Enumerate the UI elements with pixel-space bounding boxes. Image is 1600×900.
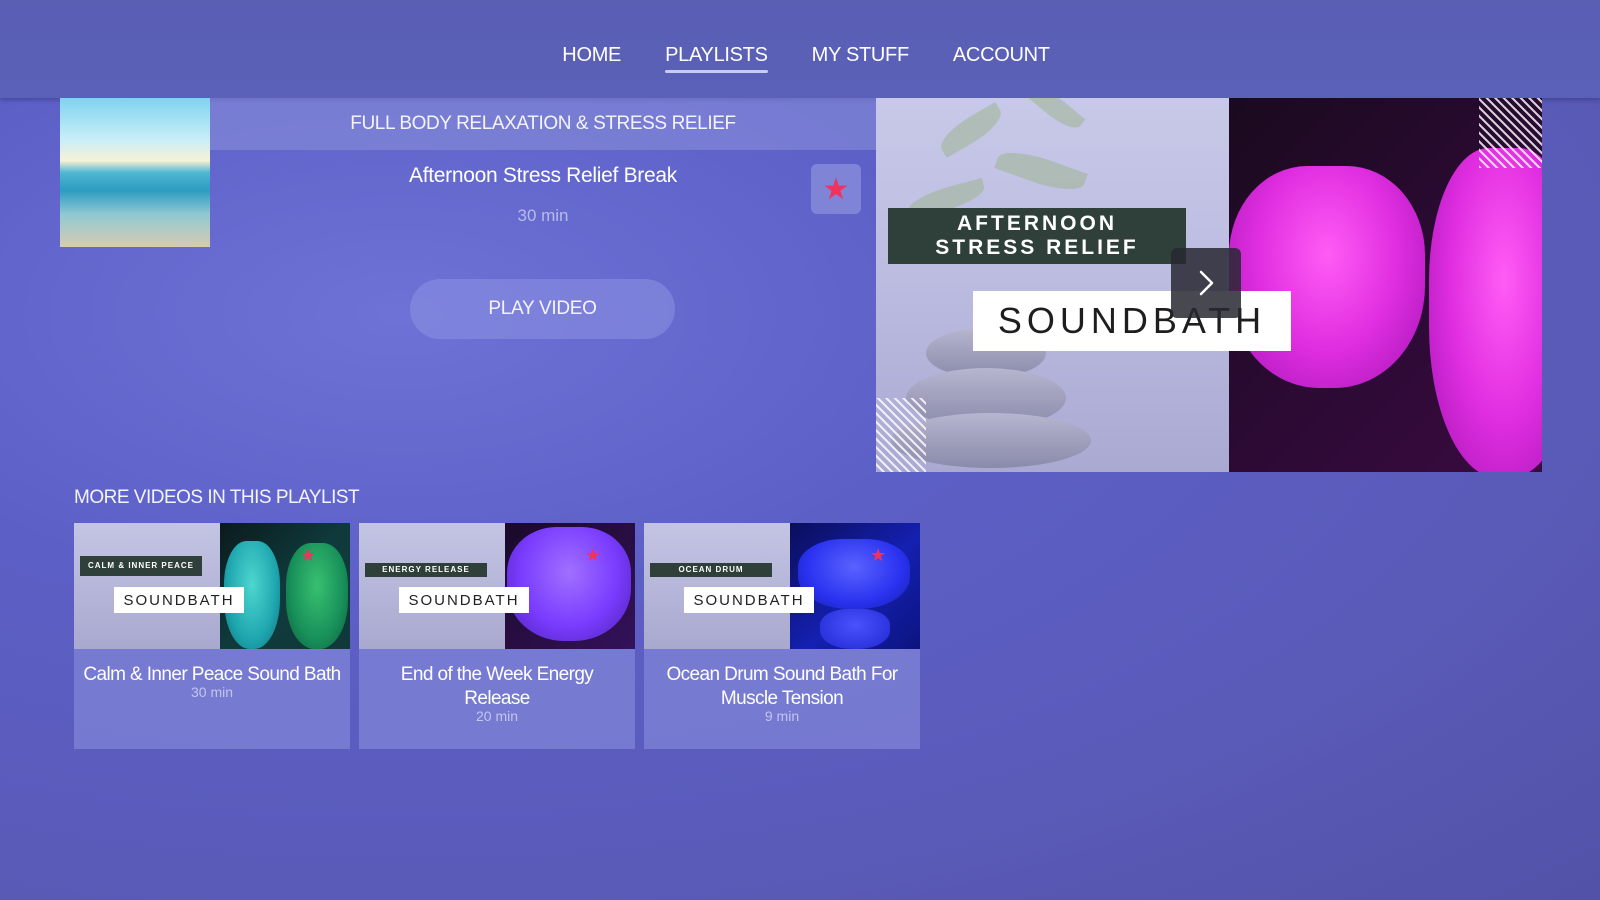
singing-bowl-shape [1429, 148, 1542, 472]
hatch-pattern [876, 398, 926, 472]
nav-home[interactable]: HOME [562, 44, 621, 71]
hero-artwork: AFTERNOON STRESS RELIEF SOUNDBATH [876, 98, 1542, 472]
video-card[interactable]: CALM & INNER PEACE SOUNDBATH ★ Calm & In… [74, 523, 350, 749]
leaf-shape [994, 143, 1088, 199]
star-icon: ★ [585, 545, 602, 565]
hero-brand: SOUNDBATH [973, 291, 1291, 351]
video-card-title: Ocean Drum Sound Bath For Muscle Tension [666, 664, 898, 709]
featured-title: Afternoon Stress Relief Break [409, 164, 677, 187]
chevron-right-icon [1199, 270, 1214, 296]
nav-my-stuff[interactable]: MY STUFF [812, 44, 910, 71]
thumb-zen-background [644, 523, 790, 649]
video-card-duration: 30 min [190, 684, 234, 700]
star-icon: ★ [300, 545, 317, 565]
more-videos-list: CALM & INNER PEACE SOUNDBATH ★ Calm & In… [74, 523, 920, 749]
singing-bowl-shape [1229, 166, 1425, 388]
featured-duration: 30 min [517, 206, 569, 225]
play-video-button[interactable]: PLAY VIDEO [410, 279, 675, 339]
nav-account[interactable]: ACCOUNT [953, 44, 1050, 71]
video-card-title: End of the Week Energy Release [400, 664, 594, 709]
thumb-bowls-background [220, 523, 350, 649]
star-icon: ★ [870, 545, 887, 565]
video-card-duration: 9 min [764, 708, 800, 724]
video-card-duration: 20 min [475, 708, 519, 724]
leaf-shape [1026, 98, 1086, 135]
singing-bowl-shape [820, 609, 890, 649]
video-card-thumbnail: ENERGY RELEASE SOUNDBATH ★ [359, 523, 635, 649]
singing-bowl-shape [286, 543, 348, 649]
video-card-thumbnail: CALM & INNER PEACE SOUNDBATH ★ [74, 523, 350, 649]
video-card[interactable]: ENERGY RELEASE SOUNDBATH ★ End of the We… [359, 523, 635, 749]
video-card-tag: CALM & INNER PEACE [80, 556, 202, 576]
video-card-title: Calm & Inner Peace Sound Bath [83, 664, 341, 685]
video-card-brand: SOUNDBATH [399, 587, 529, 613]
thumb-zen-background [74, 523, 220, 649]
video-card-brand: SOUNDBATH [114, 587, 244, 613]
featured-thumbnail [60, 98, 210, 247]
leaf-shape [934, 102, 1008, 158]
video-card[interactable]: OCEAN DRUM SOUNDBATH ★ Ocean Drum Sound … [644, 523, 920, 749]
video-card-tag: OCEAN DRUM [650, 563, 772, 577]
singing-bowl-shape [507, 527, 631, 641]
thumb-bowls-background [790, 523, 920, 649]
nav-playlists[interactable]: PLAYLISTS [665, 44, 768, 73]
thumb-bowls-background [505, 523, 635, 649]
featured-category-band: FULL BODY RELAXATION & STRESS RELIEF [210, 98, 876, 150]
hero-tag-line1: AFTERNOON [957, 212, 1117, 235]
hatch-pattern [1479, 98, 1542, 168]
hero-tag-line2: STRESS RELIEF [935, 236, 1139, 259]
hero-tag: AFTERNOON STRESS RELIEF [888, 208, 1186, 264]
top-nav-bar: HOME PLAYLISTS MY STUFF ACCOUNT [0, 0, 1600, 98]
more-videos-heading: MORE VIDEOS IN THIS PLAYLIST [74, 487, 360, 508]
main-nav: HOME PLAYLISTS MY STUFF ACCOUNT [562, 44, 1050, 73]
hero-next-button[interactable] [1171, 248, 1241, 318]
thumb-zen-background [359, 523, 505, 649]
video-card-thumbnail: OCEAN DRUM SOUNDBATH ★ [644, 523, 920, 649]
singing-bowl-shape [798, 539, 910, 609]
video-card-tag: ENERGY RELEASE [365, 563, 487, 577]
favorite-button[interactable]: ★ [811, 164, 861, 214]
video-card-brand: SOUNDBATH [684, 587, 814, 613]
featured-category: FULL BODY RELAXATION & STRESS RELIEF [350, 113, 736, 134]
star-icon: ★ [822, 172, 850, 206]
hero-bowls-background [1229, 98, 1542, 472]
